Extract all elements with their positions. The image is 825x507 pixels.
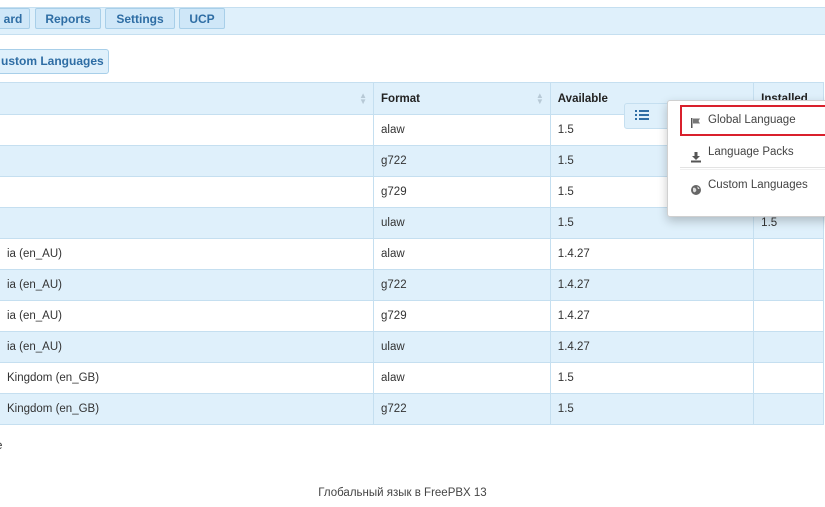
cell-installed [753,269,824,301]
custom-languages-button[interactable]: ustom Languages [0,49,109,74]
cell-available: 1.4.27 [549,331,755,363]
nav-tab-ucp[interactable]: UCP [179,8,225,29]
cell-available: 1.4.27 [549,269,755,301]
cell-format: alaw [373,238,551,270]
screenshot-caption: Глобальный язык в FreePBX 13 [318,487,487,499]
cell-language: ia (en_AU) [0,331,375,363]
cell-available: 1.5 [549,393,755,425]
cell-language [0,207,375,239]
cell-language [0,114,375,146]
globe-icon [690,178,702,195]
menu-item-label: Language Packs [708,146,794,158]
cell-language: Kingdom (en_GB) [0,393,375,425]
table-row[interactable]: Kingdom (en_GB) alaw 1.5 [0,362,824,394]
column-header-format[interactable]: Format ▲ ▼ [373,82,551,115]
cell-available: 1.4.27 [549,238,755,270]
top-navigation: ard Reports Settings UCP [0,0,825,35]
list-icon [635,110,649,122]
sort-icon: ▲ ▼ [535,91,544,106]
table-row[interactable]: ia (en_AU) alaw 1.4.27 [0,238,824,270]
nav-tab-reports[interactable]: Reports [35,8,101,29]
table-row[interactable]: Kingdom (en_GB) g722 1.5 [0,393,824,425]
cell-format: g722 [373,145,551,177]
download-icon [690,145,702,163]
cell-format: g722 [373,393,551,425]
cell-installed [753,300,824,332]
sort-icon: ▲ ▼ [359,91,368,106]
cell-format: ulaw [373,331,551,363]
cell-format: g722 [373,269,551,301]
table-row[interactable]: ia (en_AU) g729 1.4.27 [0,300,824,332]
table-row[interactable]: ia (en_AU) ulaw 1.4.27 [0,331,824,363]
cell-installed [753,393,824,425]
cell-installed [753,362,824,394]
flag-icon [690,113,702,128]
cell-language: ia (en_AU) [0,300,375,332]
cell-format: g729 [373,176,551,208]
menu-item-custom-languages[interactable]: Custom Languages [680,169,825,200]
cell-language: ia (en_AU) [0,238,375,270]
cell-installed [753,238,824,270]
cell-format: alaw [373,114,551,146]
table-row[interactable]: ia (en_AU) g722 1.4.27 [0,269,824,301]
menu-toggle-button[interactable] [624,103,668,129]
menu-item-label: Custom Languages [708,179,808,191]
cell-format: alaw [373,362,551,394]
menu-item-language-packs[interactable]: Language Packs [680,137,825,168]
table-footer-text: e [0,440,2,452]
cell-available: 1.4.27 [549,300,755,332]
menu-item-label: Global Language [708,114,796,126]
cell-format: ulaw [373,207,551,239]
cell-language: Kingdom (en_GB) [0,362,375,394]
cell-installed [753,331,824,363]
dropdown-menu: Global Language Language Packs Custom La… [667,100,825,217]
nav-tab-dashboard[interactable]: ard [0,8,30,29]
cell-language [0,176,375,208]
menu-item-global-language[interactable]: Global Language [680,105,825,136]
cell-language [0,145,375,177]
cell-available: 1.5 [549,362,755,394]
cell-language: ia (en_AU) [0,269,375,301]
cell-format: g729 [373,300,551,332]
column-header-language[interactable]: ▲ ▼ [0,82,375,115]
nav-tab-settings[interactable]: Settings [105,8,175,29]
